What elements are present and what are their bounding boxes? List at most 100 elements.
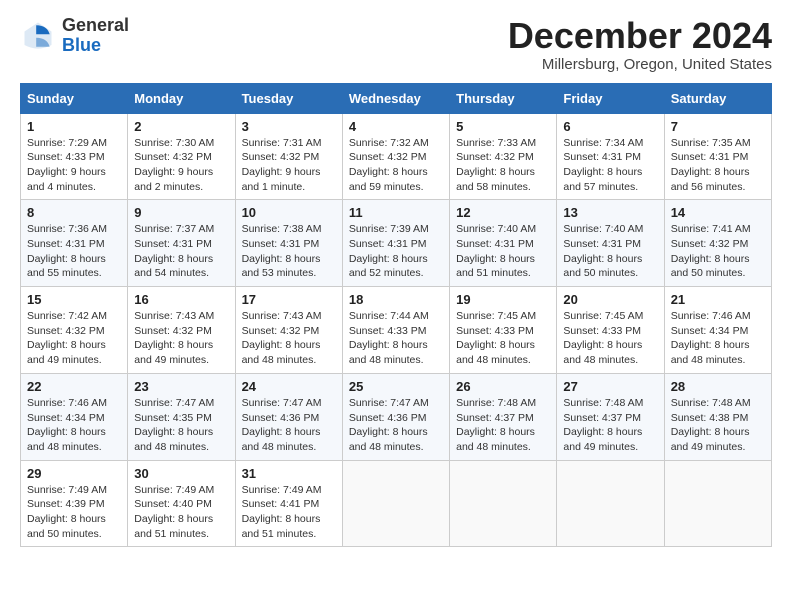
calendar-cell: 8 Sunrise: 7:36 AMSunset: 4:31 PMDaylight… [21,200,128,287]
calendar-cell: 23 Sunrise: 7:47 AMSunset: 4:35 PMDayligh… [128,373,235,460]
calendar-cell: 6 Sunrise: 7:34 AMSunset: 4:31 PMDaylight… [557,113,664,200]
day-info: Sunrise: 7:37 AMSunset: 4:31 PMDaylight:… [134,222,228,281]
day-number: 19 [456,292,550,307]
day-number: 2 [134,119,228,134]
day-number: 12 [456,205,550,220]
calendar-cell: 16 Sunrise: 7:43 AMSunset: 4:32 PMDayligh… [128,287,235,374]
day-number: 4 [349,119,443,134]
day-number: 20 [563,292,657,307]
logo-blue: Blue [62,36,129,56]
page-header: General Blue December 2024 Millersburg, … [20,16,772,73]
calendar-cell: 1Sunrise: 7:29 AMSunset: 4:33 PMDaylight… [21,113,128,200]
calendar-cell: 29 Sunrise: 7:49 AMSunset: 4:39 PMDayligh… [21,460,128,547]
calendar-cell: 2 Sunrise: 7:30 AMSunset: 4:32 PMDaylight… [128,113,235,200]
calendar-cell: 12Sunrise: 7:40 AMSunset: 4:31 PMDayligh… [450,200,557,287]
day-info: Sunrise: 7:31 AMSunset: 4:32 PMDaylight:… [242,136,336,195]
day-info: Sunrise: 7:43 AMSunset: 4:32 PMDaylight:… [134,309,228,368]
calendar-cell: 27 Sunrise: 7:48 AMSunset: 4:37 PMDayligh… [557,373,664,460]
logo-text: General Blue [62,16,129,56]
day-number: 25 [349,379,443,394]
day-info: Sunrise: 7:32 AMSunset: 4:32 PMDaylight:… [349,136,443,195]
day-info: Sunrise: 7:34 AMSunset: 4:31 PMDaylight:… [563,136,657,195]
day-number: 9 [134,205,228,220]
logo-icon [20,18,56,54]
day-info: Sunrise: 7:48 AMSunset: 4:38 PMDaylight:… [671,396,765,455]
calendar-cell [342,460,449,547]
day-number: 16 [134,292,228,307]
calendar-cell: 17Sunrise: 7:43 AMSunset: 4:32 PMDayligh… [235,287,342,374]
page-subtitle: Millersburg, Oregon, United States [508,56,772,73]
day-info: Sunrise: 7:48 AMSunset: 4:37 PMDaylight:… [563,396,657,455]
calendar-header-row: SundayMondayTuesdayWednesdayThursdayFrid… [21,83,772,113]
day-info: Sunrise: 7:40 AMSunset: 4:31 PMDaylight:… [563,222,657,281]
day-number: 15 [27,292,121,307]
calendar-week-row: 15Sunrise: 7:42 AMSunset: 4:32 PMDayligh… [21,287,772,374]
calendar-cell: 11Sunrise: 7:39 AMSunset: 4:31 PMDayligh… [342,200,449,287]
weekday-header-wednesday: Wednesday [342,83,449,113]
calendar-cell [557,460,664,547]
day-info: Sunrise: 7:47 AMSunset: 4:36 PMDaylight:… [349,396,443,455]
day-info: Sunrise: 7:46 AMSunset: 4:34 PMDaylight:… [671,309,765,368]
day-info: Sunrise: 7:33 AMSunset: 4:32 PMDaylight:… [456,136,550,195]
day-info: Sunrise: 7:46 AMSunset: 4:34 PMDaylight:… [27,396,121,455]
day-info: Sunrise: 7:35 AMSunset: 4:31 PMDaylight:… [671,136,765,195]
day-info: Sunrise: 7:39 AMSunset: 4:31 PMDaylight:… [349,222,443,281]
day-number: 27 [563,379,657,394]
day-number: 23 [134,379,228,394]
day-info: Sunrise: 7:47 AMSunset: 4:35 PMDaylight:… [134,396,228,455]
day-number: 21 [671,292,765,307]
page-title: December 2024 [508,16,772,56]
calendar-cell: 19 Sunrise: 7:45 AMSunset: 4:33 PMDayligh… [450,287,557,374]
day-number: 31 [242,466,336,481]
calendar-table: SundayMondayTuesdayWednesdayThursdayFrid… [20,83,772,548]
day-info: Sunrise: 7:49 AMSunset: 4:41 PMDaylight:… [242,483,336,542]
day-info: Sunrise: 7:45 AMSunset: 4:33 PMDaylight:… [563,309,657,368]
weekday-header-thursday: Thursday [450,83,557,113]
day-info: Sunrise: 7:30 AMSunset: 4:32 PMDaylight:… [134,136,228,195]
weekday-header-monday: Monday [128,83,235,113]
day-info: Sunrise: 7:49 AMSunset: 4:39 PMDaylight:… [27,483,121,542]
calendar-cell: 5 Sunrise: 7:33 AMSunset: 4:32 PMDaylight… [450,113,557,200]
day-info: Sunrise: 7:45 AMSunset: 4:33 PMDaylight:… [456,309,550,368]
calendar-cell: 7Sunrise: 7:35 AMSunset: 4:31 PMDaylight… [664,113,771,200]
calendar-cell: 31 Sunrise: 7:49 AMSunset: 4:41 PMDayligh… [235,460,342,547]
day-info: Sunrise: 7:49 AMSunset: 4:40 PMDaylight:… [134,483,228,542]
day-number: 5 [456,119,550,134]
calendar-cell: 21 Sunrise: 7:46 AMSunset: 4:34 PMDayligh… [664,287,771,374]
day-info: Sunrise: 7:48 AMSunset: 4:37 PMDaylight:… [456,396,550,455]
day-number: 26 [456,379,550,394]
calendar-cell [664,460,771,547]
day-info: Sunrise: 7:29 AMSunset: 4:33 PMDaylight:… [27,136,121,195]
calendar-cell: 24Sunrise: 7:47 AMSunset: 4:36 PMDayligh… [235,373,342,460]
weekday-header-tuesday: Tuesday [235,83,342,113]
day-number: 13 [563,205,657,220]
calendar-cell [450,460,557,547]
day-number: 18 [349,292,443,307]
weekday-header-saturday: Saturday [664,83,771,113]
calendar-week-row: 29 Sunrise: 7:49 AMSunset: 4:39 PMDayligh… [21,460,772,547]
day-number: 22 [27,379,121,394]
calendar-week-row: 8 Sunrise: 7:36 AMSunset: 4:31 PMDaylight… [21,200,772,287]
calendar-week-row: 1Sunrise: 7:29 AMSunset: 4:33 PMDaylight… [21,113,772,200]
calendar-cell: 25 Sunrise: 7:47 AMSunset: 4:36 PMDayligh… [342,373,449,460]
calendar-cell: 30Sunrise: 7:49 AMSunset: 4:40 PMDayligh… [128,460,235,547]
calendar-cell: 22 Sunrise: 7:46 AMSunset: 4:34 PMDayligh… [21,373,128,460]
title-section: December 2024 Millersburg, Oregon, Unite… [508,16,772,73]
day-info: Sunrise: 7:44 AMSunset: 4:33 PMDaylight:… [349,309,443,368]
day-number: 6 [563,119,657,134]
day-number: 14 [671,205,765,220]
day-number: 8 [27,205,121,220]
calendar-cell: 26 Sunrise: 7:48 AMSunset: 4:37 PMDayligh… [450,373,557,460]
calendar-cell: 10Sunrise: 7:38 AMSunset: 4:31 PMDayligh… [235,200,342,287]
weekday-header-sunday: Sunday [21,83,128,113]
day-number: 29 [27,466,121,481]
calendar-cell: 20 Sunrise: 7:45 AMSunset: 4:33 PMDayligh… [557,287,664,374]
day-info: Sunrise: 7:38 AMSunset: 4:31 PMDaylight:… [242,222,336,281]
calendar-cell: 28Sunrise: 7:48 AMSunset: 4:38 PMDayligh… [664,373,771,460]
weekday-header-friday: Friday [557,83,664,113]
calendar-cell: 14Sunrise: 7:41 AMSunset: 4:32 PMDayligh… [664,200,771,287]
calendar-cell: 4 Sunrise: 7:32 AMSunset: 4:32 PMDaylight… [342,113,449,200]
day-info: Sunrise: 7:36 AMSunset: 4:31 PMDaylight:… [27,222,121,281]
logo: General Blue [20,16,129,56]
day-number: 17 [242,292,336,307]
